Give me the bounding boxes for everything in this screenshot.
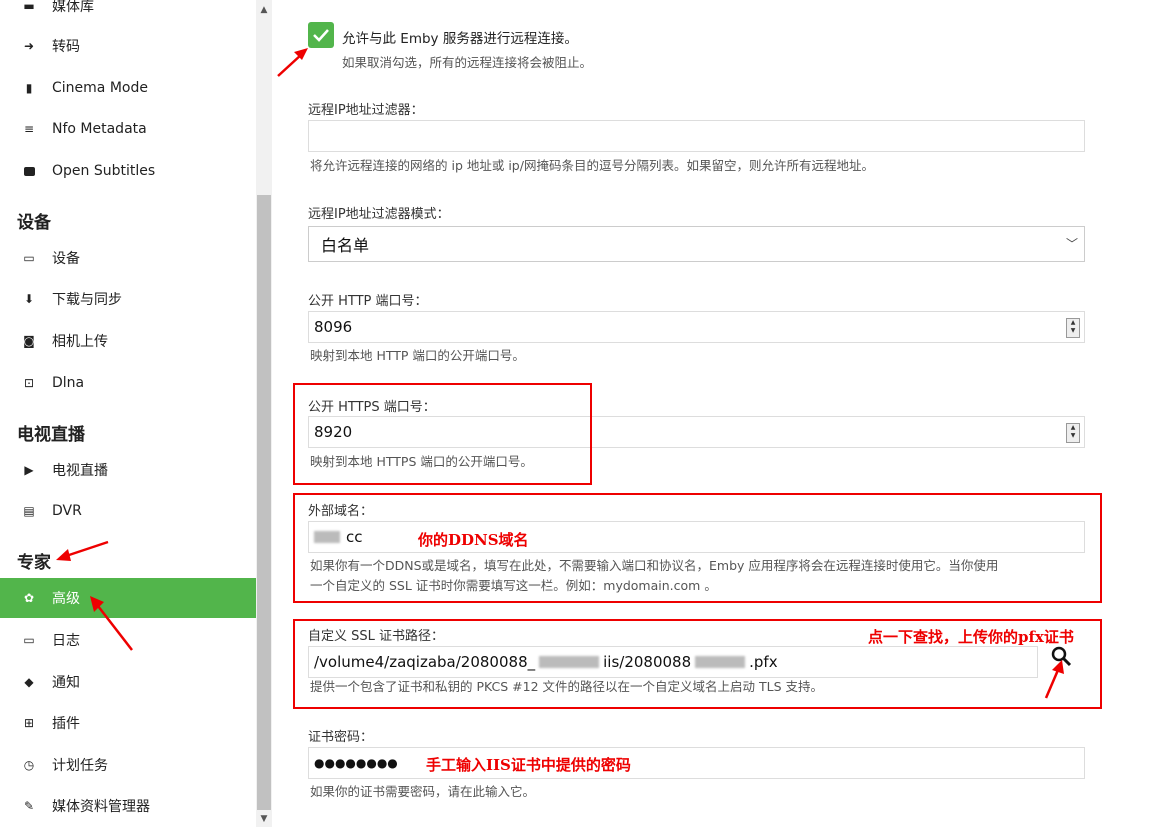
cert-password-help: 如果你的证书需要密码，请在此输入它。: [310, 784, 536, 799]
library-icon: ▬: [23, 0, 35, 13]
ip-filter-help: 将允许远程连接的网络的 ip 地址或 ip/网掩码条目的逗号分隔列表。如果留空，…: [310, 158, 874, 173]
live-tv-icon: ▶: [24, 463, 34, 477]
sidebar-item-label: DVR: [52, 503, 82, 519]
sidebar-item-label: Nfo Metadata: [52, 121, 147, 137]
annotation-arrow: [56, 540, 109, 561]
sidebar-item-label: 日志: [52, 633, 80, 649]
sidebar-item-label: 通知: [52, 675, 80, 691]
sidebar-item-transcode[interactable]: ➜ 转码: [0, 26, 256, 66]
annotation-box-https: [293, 383, 592, 485]
sidebar-item-label: 下载与同步: [52, 292, 122, 308]
cert-password-input[interactable]: ●●●●●●●●: [308, 747, 1085, 779]
ip-filter-mode-label: 远程IP地址过滤器模式：: [308, 207, 450, 222]
http-port-label: 公开 HTTP 端口号：: [308, 294, 428, 309]
annotation-pfx-note: 点一下查找，上传你的pfx证书: [868, 628, 1074, 646]
sidebar-item-label: 插件: [52, 716, 80, 732]
http-port-input[interactable]: 8096 ▲ ▼: [308, 311, 1085, 343]
sidebar-item-label: 设备: [52, 251, 80, 267]
ip-filter-input[interactable]: [308, 120, 1085, 152]
ip-filter-mode-value: 白名单: [321, 236, 370, 255]
annotation-ddns-note: 你的DDNS域名: [418, 531, 529, 549]
sidebar-item-label: 电视直播: [52, 463, 108, 479]
annotation-arrow: [1044, 660, 1064, 699]
sidebar-item-open-subtitles[interactable]: Open Subtitles: [0, 151, 256, 191]
dvr-icon: ▤: [23, 504, 35, 518]
remote-access-help: 如果取消勾选，所有的远程连接将会被阻止。: [342, 55, 593, 70]
sidebar-item-metadata-manager[interactable]: ✎ 媒体资料管理器: [0, 786, 256, 826]
sidebar-item-label: Open Subtitles: [52, 163, 156, 179]
sidebar-item-label: Dlna: [52, 375, 85, 391]
sidebar-item-label: 媒体资料管理器: [52, 799, 150, 815]
http-port-value: 8096: [314, 318, 353, 336]
annotation-arrow: [90, 596, 133, 651]
clock-icon: ◷: [23, 758, 35, 772]
scroll-up-icon[interactable]: ▲: [256, 2, 272, 18]
sidebar-item-nfo-metadata[interactable]: ≡ Nfo Metadata: [0, 109, 256, 149]
section-title-devices: 设备: [17, 213, 51, 233]
cert-password-value: ●●●●●●●●: [314, 756, 398, 770]
annotation-box-domain: [293, 493, 1102, 603]
sidebar-item-plugins[interactable]: ⊞ 插件: [0, 703, 256, 743]
plugin-icon: ⊞: [23, 716, 35, 730]
annotation-password-note: 手工输入IIS证书中提供的密码: [426, 756, 631, 774]
cc-icon: [0, 166, 52, 176]
ip-filter-mode-select[interactable]: 白名单 ﹀: [308, 226, 1085, 262]
spinner-icon[interactable]: ▲ ▼: [1066, 318, 1080, 338]
dlna-icon: ⊡: [23, 376, 35, 390]
sidebar-item-library[interactable]: ▬ 媒体库: [0, 0, 256, 26]
download-icon: ⬇: [23, 292, 35, 306]
cert-password-label: 证书密码：: [308, 730, 374, 745]
chevron-down-icon: ﹀: [1065, 237, 1078, 251]
section-title-livetv: 电视直播: [17, 425, 85, 445]
spinner-icon[interactable]: ▲ ▼: [1066, 423, 1080, 443]
section-title-expert: 专家: [17, 553, 51, 573]
sidebar-item-camera-upload[interactable]: ◙ 相机上传: [0, 321, 256, 361]
annotation-arrow: [277, 48, 308, 77]
http-port-help: 映射到本地 HTTP 端口的公开端口号。: [310, 348, 525, 363]
sidebar-item-live-tv[interactable]: ▶ 电视直播: [0, 450, 256, 490]
sidebar-item-scheduled-tasks[interactable]: ◷ 计划任务: [0, 745, 256, 785]
sidebar-item-label: 转码: [52, 39, 80, 55]
sidebar-item-label: 高级: [52, 591, 80, 607]
sidebar-item-cinema-mode[interactable]: ▮ Cinema Mode: [0, 68, 256, 108]
folder-icon: ▭: [23, 633, 35, 647]
ip-filter-label: 远程IP地址过滤器：: [308, 103, 424, 118]
sidebar-item-dlna[interactable]: ⊡ Dlna: [0, 363, 256, 403]
gear-icon: ✿: [23, 591, 35, 605]
devices-icon: ▭: [23, 251, 35, 265]
scroll-down-icon[interactable]: ▼: [256, 811, 272, 827]
sidebar-item-label: 相机上传: [52, 334, 108, 350]
film-icon: ▮: [25, 81, 33, 95]
sidebar: ▬ 媒体库 ➜ 转码 ▮ Cinema Mode ≡ Nfo Metadata …: [0, 0, 256, 827]
transcode-icon: ➜: [23, 39, 35, 53]
sidebar-item-notifications[interactable]: ◆ 通知: [0, 662, 256, 702]
sidebar-scrollbar-thumb[interactable]: [257, 195, 271, 810]
wrench-icon: ✎: [23, 799, 35, 813]
remote-access-label: 允许与此 Emby 服务器进行远程连接。: [342, 31, 578, 47]
camera-icon: ◙: [23, 334, 35, 348]
sidebar-item-label: Cinema Mode: [52, 80, 148, 96]
sidebar-item-label: 媒体库: [52, 0, 94, 15]
checkmark-icon: [313, 29, 329, 42]
sidebar-item-devices[interactable]: ▭ 设备: [0, 238, 256, 278]
sidebar-item-dvr[interactable]: ▤ DVR: [0, 491, 256, 531]
bell-icon: ◆: [24, 675, 34, 689]
sidebar-item-download-sync[interactable]: ⬇ 下载与同步: [0, 279, 256, 319]
list-icon: ≡: [23, 122, 35, 136]
sidebar-item-label: 计划任务: [52, 758, 108, 774]
